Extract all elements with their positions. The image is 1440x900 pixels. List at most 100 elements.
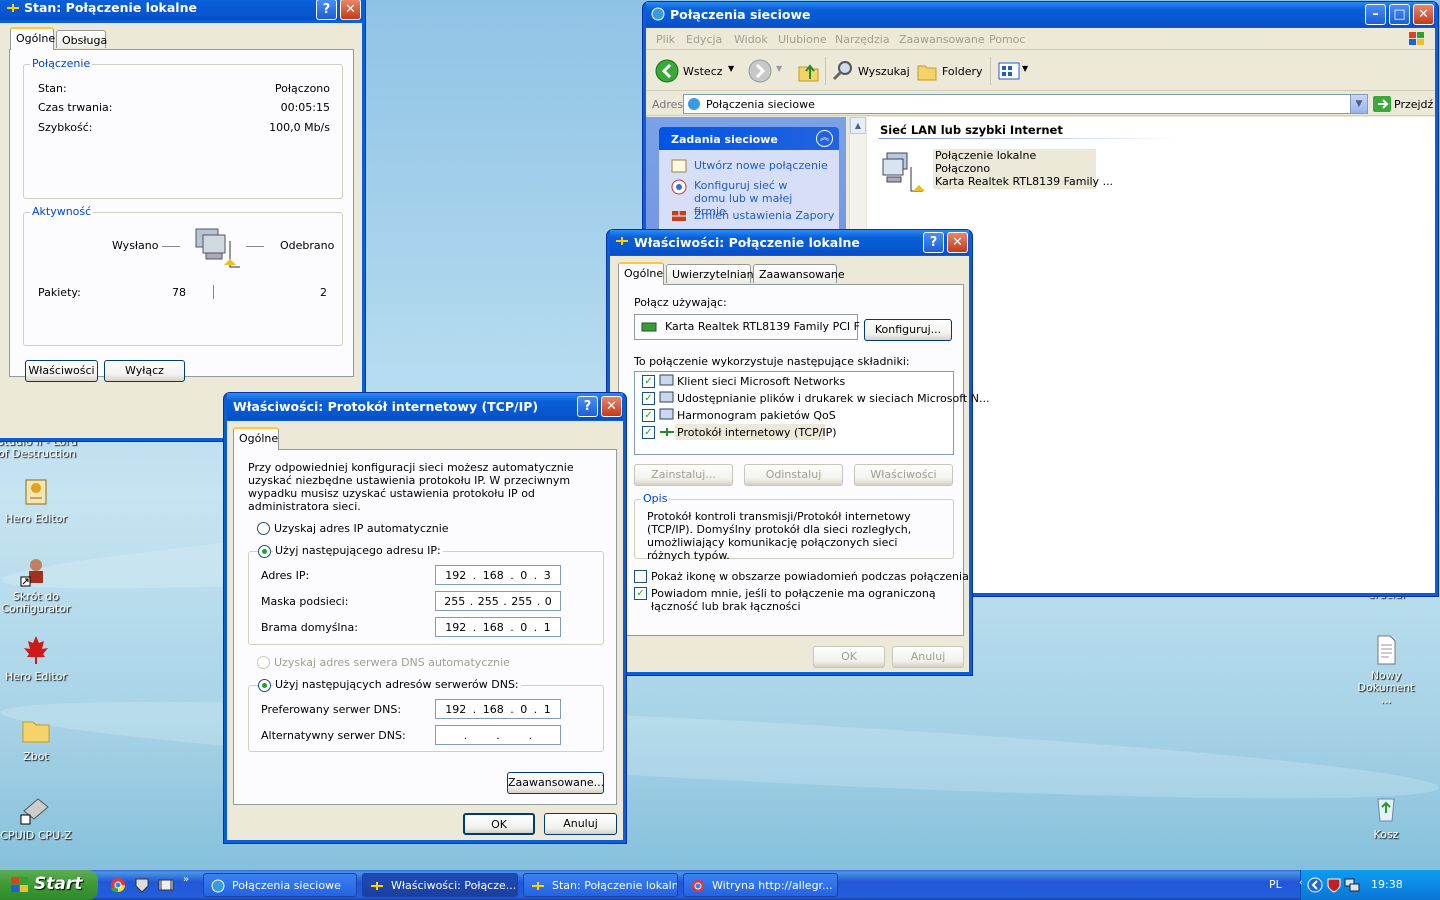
back-button-label[interactable]: Wstecz	[683, 65, 723, 78]
component-checkbox[interactable]: ✓	[642, 375, 655, 388]
views-dropdown-icon[interactable]: ▼	[1022, 64, 1028, 73]
notify-checkbox[interactable]: ✓	[634, 587, 647, 600]
desktop-icon-zbot[interactable]: Zbot	[0, 714, 76, 763]
scroll-up-icon[interactable]: ▲	[850, 117, 866, 134]
help-button[interactable]: ?	[316, 0, 337, 20]
task-connection-status[interactable]: Stan: Połączenie lokalne	[523, 873, 678, 897]
address-dropdown-icon[interactable]: ▼	[1350, 95, 1367, 113]
preferred-dns-input[interactable]: 192. 168. 0. 1	[435, 699, 561, 719]
start-button[interactable]: Start	[0, 870, 98, 900]
local-connection-item[interactable]: Połączenie lokalne Połączono Karta Realt…	[881, 149, 1113, 193]
help-button[interactable]: ?	[577, 396, 598, 417]
back-dropdown-icon[interactable]: ▼	[728, 64, 734, 73]
menu-view[interactable]: Widok	[734, 33, 768, 46]
search-button-label[interactable]: Wyszukaj	[858, 65, 910, 78]
maximize-button[interactable]: □	[1389, 4, 1410, 25]
go-arrow-icon[interactable]	[1373, 96, 1391, 112]
tcpip-titlebar[interactable]: Właściwości: Protokół internetowy (TCP/I…	[227, 393, 623, 420]
show-icon-checkbox[interactable]	[634, 570, 647, 583]
auto-ip-radio[interactable]	[257, 522, 270, 535]
tab-general[interactable]: Ogólne	[10, 27, 55, 50]
task-network-connections[interactable]: Połączenia sieciowe	[203, 873, 357, 897]
network-tray-icon[interactable]	[1344, 877, 1360, 893]
component-client[interactable]: Klient sieci Microsoft Networks	[677, 375, 845, 388]
ok-button[interactable]: OK	[463, 813, 535, 835]
manual-ip-radio[interactable]	[258, 545, 271, 558]
views-icon[interactable]	[998, 61, 1020, 81]
component-checkbox[interactable]: ✓	[642, 426, 655, 439]
back-arrow-icon[interactable]	[655, 59, 679, 83]
minimize-button[interactable]: –	[1365, 4, 1386, 25]
properties-titlebar[interactable]: Właściwości: Połączenie lokalne ? ✕	[610, 230, 969, 255]
connection-properties-window[interactable]: Właściwości: Połączenie lokalne ? ✕ Ogól…	[606, 229, 989, 676]
address-input[interactable]: Połączenia sieciowe ▼	[683, 94, 1368, 114]
install-button[interactable]: Zainstaluj...	[634, 464, 733, 486]
tab-general[interactable]: Ogólne	[233, 427, 279, 450]
component-checkbox[interactable]: ✓	[642, 392, 655, 405]
help-button[interactable]: ?	[923, 232, 944, 253]
tab-support[interactable]: Obsługa	[56, 30, 107, 48]
close-button[interactable]: ✕	[947, 232, 968, 253]
menu-tools[interactable]: Narzędzia	[835, 33, 890, 46]
folders-button-label[interactable]: Foldery	[942, 65, 983, 78]
folders-icon[interactable]	[916, 60, 938, 82]
auto-dns-radio[interactable]	[257, 656, 270, 669]
cancel-button[interactable]: Anuluj	[544, 813, 617, 835]
menu-help[interactable]: Pomoc	[989, 33, 1025, 46]
menu-advanced[interactable]: Zaawansowane	[899, 33, 985, 46]
desktop-icon-configurator[interactable]: Skrót do Configurator	[0, 555, 76, 615]
go-button-label[interactable]: Przejdź	[1394, 98, 1433, 111]
tab-general[interactable]: Ogólne	[618, 262, 664, 285]
task-browser[interactable]: Witryna http://allegr...	[683, 873, 838, 897]
close-button[interactable]: ✕	[601, 396, 622, 417]
blue-arrow-icon[interactable]	[1307, 877, 1323, 893]
component-checkbox[interactable]: ✓	[642, 409, 655, 422]
shield-app-icon[interactable]	[134, 877, 150, 893]
advanced-button[interactable]: Zaawansowane...	[507, 772, 604, 794]
configure-button[interactable]: Konfiguruj...	[864, 319, 952, 341]
manual-dns-radio[interactable]	[258, 679, 271, 692]
disable-button[interactable]: Wyłącz	[104, 360, 185, 382]
menu-edit[interactable]: Edycja	[686, 33, 722, 46]
desktop-icon-new-document[interactable]: Nowy Dokument ...	[1346, 634, 1426, 706]
tab-advanced[interactable]: Zaawansowane	[753, 264, 845, 283]
media-app-icon[interactable]	[158, 877, 174, 893]
properties-button[interactable]: Właściwości	[25, 360, 98, 382]
component-properties-button[interactable]: Właściwości	[854, 464, 953, 486]
desktop-icon-cpuz[interactable]: CPUID CPU-Z	[0, 793, 76, 842]
tab-authentication[interactable]: Uwierzytelnianie	[666, 264, 763, 283]
tasks-header[interactable]: Zadania sieciowe ︽	[659, 127, 839, 150]
close-button[interactable]: ✕	[1413, 4, 1434, 25]
ok-button[interactable]: OK	[813, 646, 885, 668]
gateway-input[interactable]: 192. 168. 0. 1	[435, 617, 561, 637]
desktop-icon-hero-editor-2[interactable]: Hero Editor	[0, 634, 76, 683]
forward-arrow-icon[interactable]	[748, 59, 772, 83]
component-tcpip[interactable]: Protokół internetowy (TCP/IP)	[677, 426, 837, 439]
subnet-mask-input[interactable]: 255. 255. 255. 0	[435, 591, 561, 611]
forward-dropdown-icon[interactable]: ▼	[776, 64, 782, 73]
menu-favorites[interactable]: Ulubione	[778, 33, 827, 46]
task-firewall-settings[interactable]: Zmień ustawienia Zapory	[694, 209, 834, 222]
component-qos[interactable]: Harmonogram pakietów QoS	[677, 409, 836, 422]
component-file-sharing[interactable]: Udostępnianie plików i drukarek w siecia…	[677, 392, 989, 405]
components-list[interactable]: ✓ Klient sieci Microsoft Networks ✓ Udos…	[634, 371, 989, 455]
task-new-connection[interactable]: Utwórz nowe połączenie	[694, 159, 828, 172]
chrome-icon[interactable]	[110, 877, 126, 893]
quicklaunch-more-icon[interactable]: »	[183, 874, 189, 885]
close-button[interactable]: ✕	[340, 0, 361, 20]
desktop-icon-recycle-bin[interactable]: Kosz	[1346, 792, 1426, 841]
up-folder-icon[interactable]	[796, 59, 820, 83]
search-icon[interactable]	[832, 60, 854, 82]
tcpip-properties-window[interactable]: Właściwości: Protokół internetowy (TCP/I…	[223, 392, 627, 844]
cancel-button[interactable]: Anuluj	[892, 646, 964, 668]
collapse-icon[interactable]: ︽	[816, 130, 833, 147]
tray-expand-icon[interactable]: ‹	[1299, 878, 1303, 888]
language-indicator[interactable]: PL	[1269, 878, 1282, 891]
menu-file[interactable]: Plik	[656, 33, 675, 46]
status-window[interactable]: Stan: Połączenie lokalne ? ✕ Ogólne Obsł…	[0, 0, 366, 442]
task-connection-properties[interactable]: Właściwości: Połącze...	[362, 873, 518, 897]
alternate-dns-input[interactable]: ...	[435, 725, 561, 745]
status-window-titlebar[interactable]: Stan: Połączenie lokalne ? ✕	[0, 0, 362, 20]
desktop-icon-hero-editor[interactable]: Hero Editor	[0, 476, 76, 525]
explorer-titlebar[interactable]: Połączenia sieciowe – □ ✕	[646, 2, 1435, 27]
